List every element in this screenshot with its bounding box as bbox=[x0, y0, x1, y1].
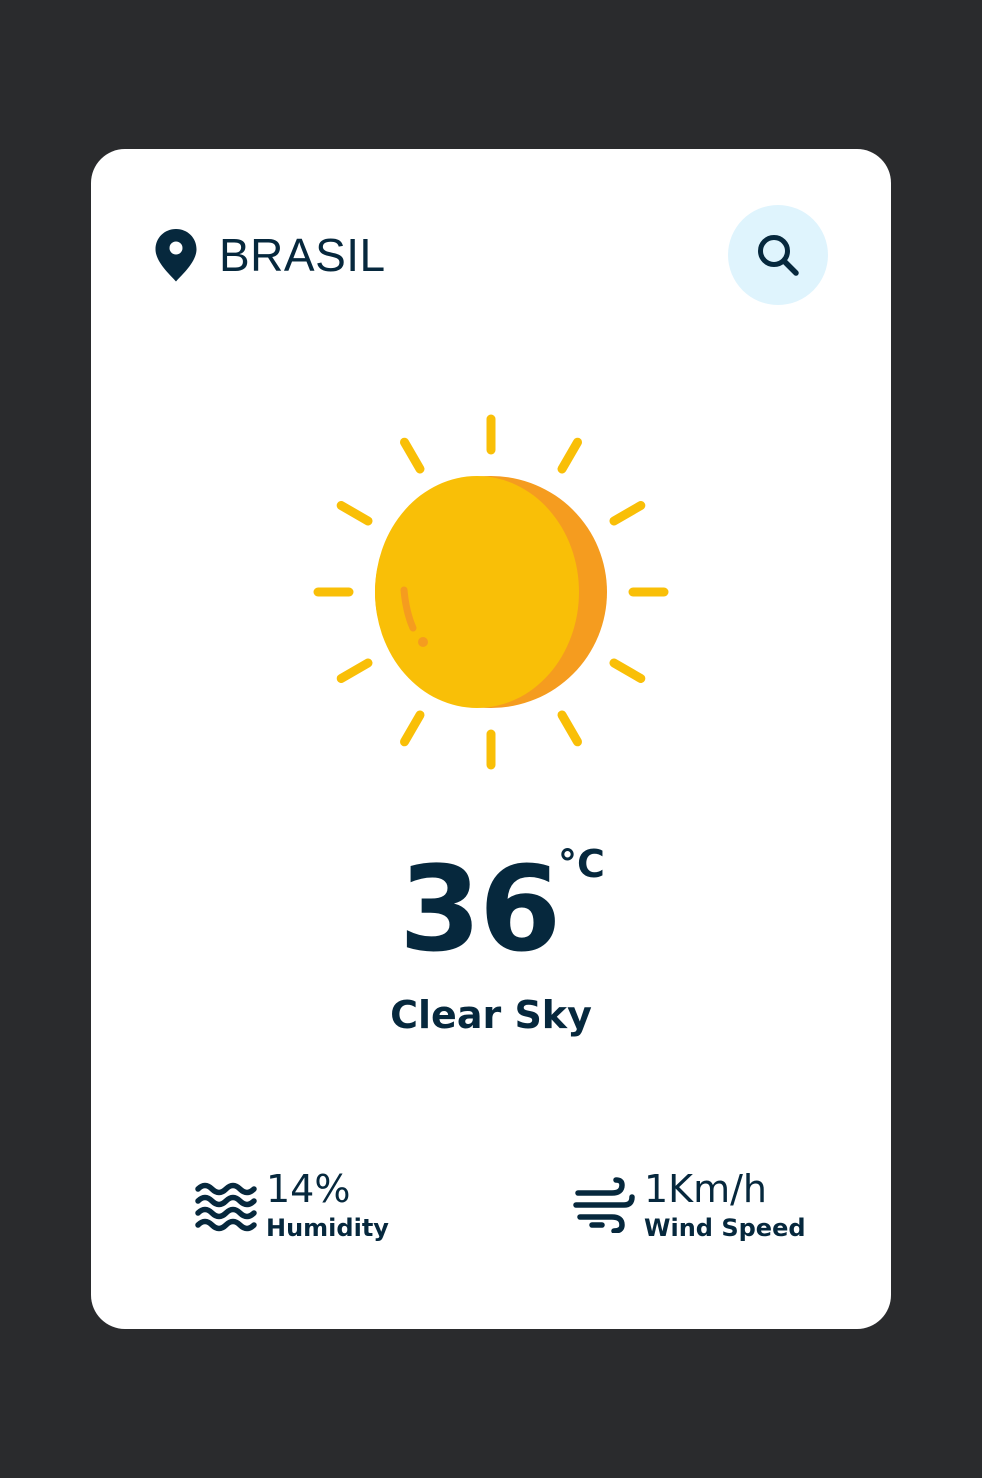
wind-icon bbox=[573, 1177, 635, 1233]
weather-icon bbox=[311, 412, 671, 772]
wind-speed-value: 1Km/h bbox=[644, 1167, 767, 1211]
humidity-value: 14% bbox=[266, 1167, 351, 1211]
temperature-value: 36 bbox=[399, 840, 561, 978]
search-icon bbox=[758, 235, 799, 276]
location-pin-icon bbox=[155, 229, 197, 282]
search-button[interactable] bbox=[728, 205, 828, 305]
temperature-display: 36 °C bbox=[91, 839, 891, 979]
city-name: BRASIL bbox=[219, 229, 386, 281]
sun-icon bbox=[313, 414, 669, 770]
temperature-unit: °C bbox=[558, 842, 605, 886]
wind-detail: 1Km/h Wind Speed bbox=[572, 1167, 806, 1251]
humidity-detail: 14% Humidity bbox=[194, 1167, 389, 1251]
weather-card: BRASIL 36 °C Clear Sky 14% Humidity 1Km/… bbox=[91, 149, 891, 1329]
wind-speed-label: Wind Speed bbox=[644, 1214, 806, 1242]
waves-icon bbox=[195, 1182, 257, 1232]
location-header: BRASIL bbox=[153, 227, 386, 283]
humidity-label: Humidity bbox=[266, 1214, 389, 1242]
weather-description: Clear Sky bbox=[390, 993, 592, 1037]
